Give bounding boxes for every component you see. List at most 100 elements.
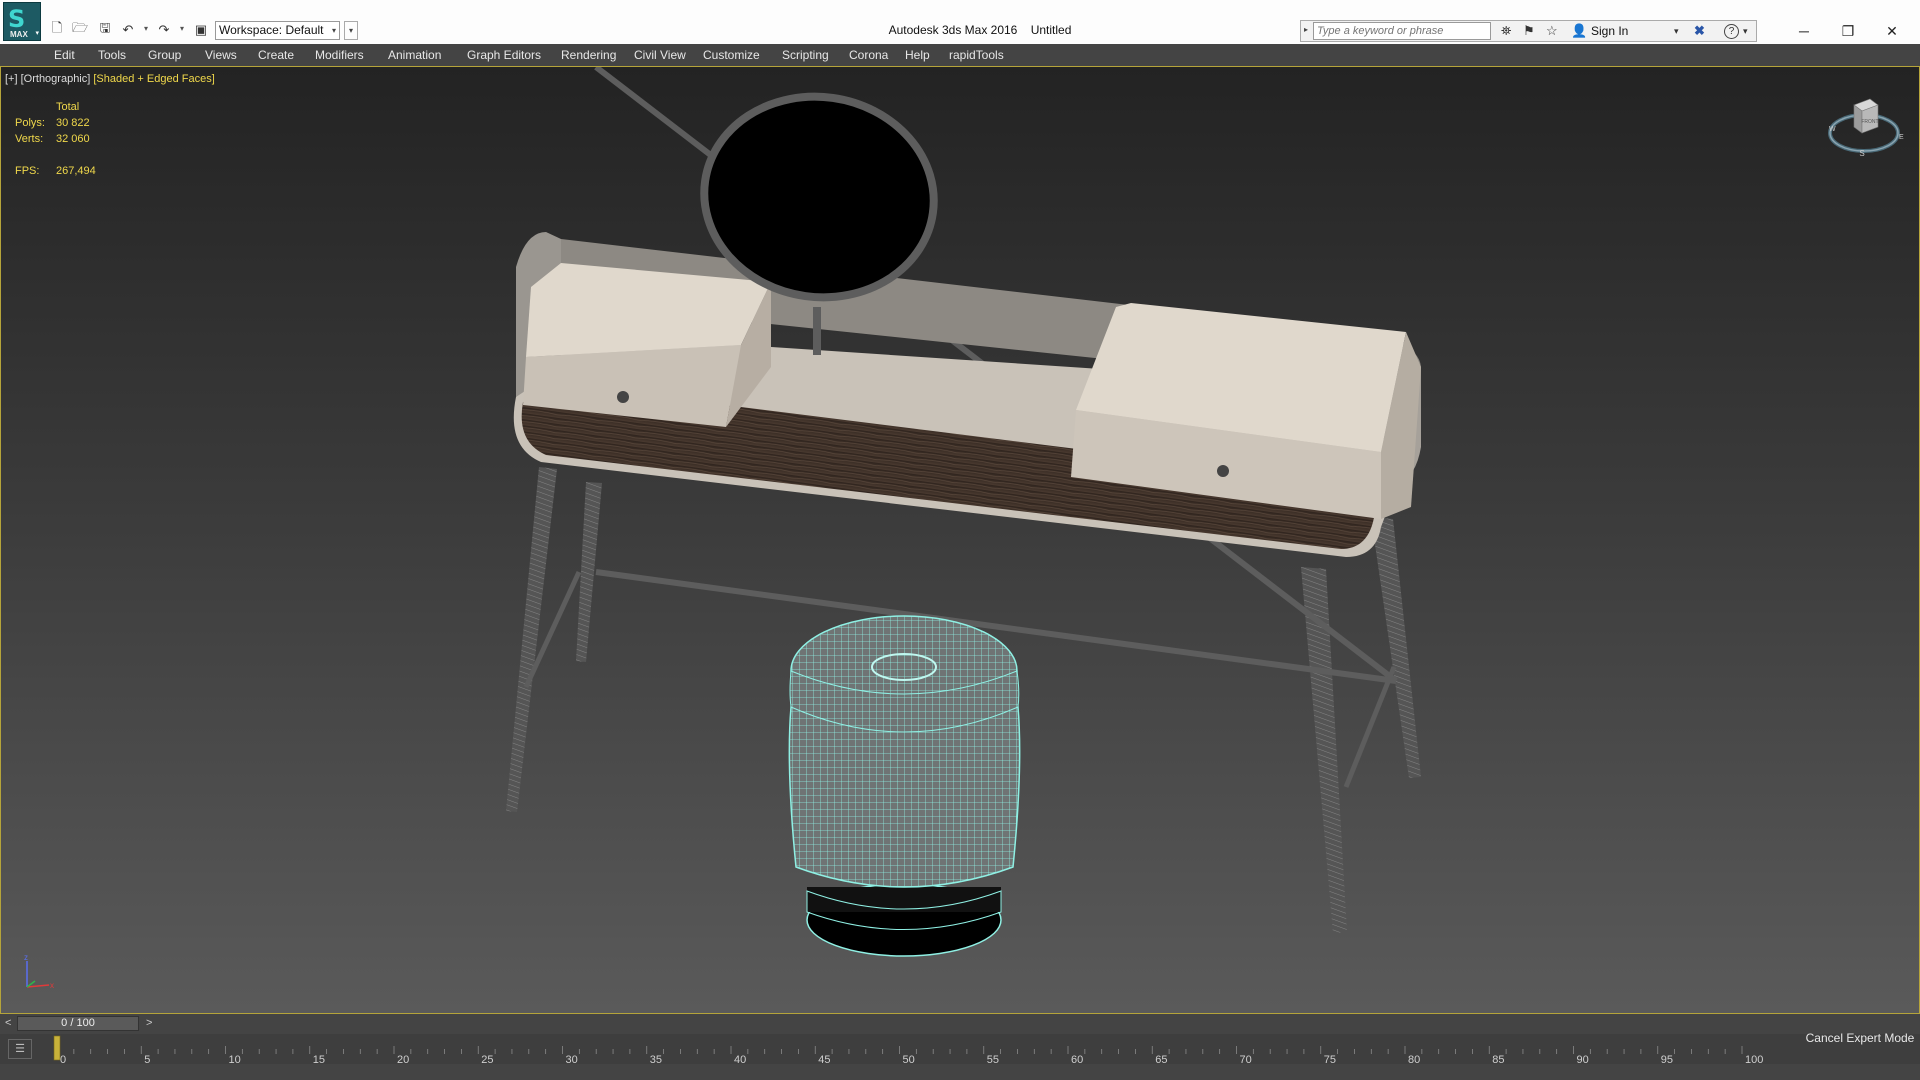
menu-group[interactable]: Group xyxy=(148,48,181,62)
frame-tick-label: 0 xyxy=(60,1054,66,1064)
new-file-icon[interactable]: 🗋 xyxy=(48,20,66,39)
perspective-viewport[interactable]: [+] [Orthographic] [Shaded + Edged Faces… xyxy=(0,66,1920,1014)
compass-w-label: W xyxy=(1829,126,1836,133)
redo-icon[interactable]: ↷ xyxy=(155,21,173,39)
pouf-stool-selected[interactable] xyxy=(788,615,1021,957)
close-button[interactable]: ✕ xyxy=(1870,20,1914,42)
scene-render[interactable] xyxy=(1,67,1920,1014)
time-slider-bar: < 0 / 100 > xyxy=(0,1014,1920,1034)
infocenter-toolbar: ▸ ⛯ ⚑ ☆ 👤 Sign In ▾ ✖ ? ▾ xyxy=(1300,20,1757,42)
track-bar[interactable]: ☰ 0 5 10 15 20 25 30 35 40 45 50 55 60 65 70 75 80 85 90 95… xyxy=(0,1034,1920,1064)
favorites-star-icon[interactable]: ☆ xyxy=(1546,23,1558,39)
left-drawer[interactable] xyxy=(523,263,771,427)
frame-tick-label: 20 xyxy=(397,1054,409,1064)
frame-tick-label: 80 xyxy=(1408,1054,1420,1064)
menu-tools[interactable]: Tools xyxy=(98,48,126,62)
frame-tick-label: 15 xyxy=(313,1054,325,1064)
project-folder-icon[interactable]: ▣ xyxy=(192,21,210,39)
collapse-search-icon[interactable]: ▸ xyxy=(1304,25,1308,34)
binoculars-search-icon[interactable]: ⛯ xyxy=(1501,23,1511,39)
frame-tick-label: 90 xyxy=(1577,1054,1589,1064)
time-slider-prev-button[interactable]: < xyxy=(5,1017,11,1029)
minimize-button[interactable]: ─ xyxy=(1782,20,1826,42)
undo-dropdown-icon[interactable]: ▾ xyxy=(144,24,148,33)
help-dropdown-icon[interactable]: ▾ xyxy=(1743,26,1748,37)
stats-verts-label: Verts: xyxy=(15,133,44,145)
frame-tick-label: 55 xyxy=(987,1054,999,1064)
app-logo-text: MAX xyxy=(10,30,28,39)
frame-tick-label: 95 xyxy=(1661,1054,1673,1064)
quick-access-customize-button[interactable]: ▾ xyxy=(344,21,358,40)
workspace-dropdown[interactable]: Workspace: Default ▾ xyxy=(215,21,340,40)
menu-rapidtools[interactable]: rapidTools xyxy=(949,48,1004,62)
time-slider[interactable]: 0 / 100 xyxy=(17,1016,139,1031)
menu-corona[interactable]: Corona xyxy=(849,48,888,62)
frame-ticks xyxy=(56,1046,1743,1054)
axis-tripod: z x xyxy=(24,955,54,990)
frame-tick-label: 85 xyxy=(1492,1054,1504,1064)
viewport-label[interactable]: [+] [Orthographic] [Shaded + Edged Faces… xyxy=(5,73,215,85)
status-bar xyxy=(0,1064,1920,1080)
menu-modifiers[interactable]: Modifiers xyxy=(315,48,364,62)
menu-views[interactable]: Views xyxy=(205,48,237,62)
frame-ruler[interactable]: 0 5 10 15 20 25 30 35 40 45 50 55 60 65 70 75 80 85 90 95 10… xyxy=(0,1034,1770,1064)
menu-civil-view[interactable]: Civil View xyxy=(634,48,686,62)
frame-tick-label: 5 xyxy=(144,1054,150,1064)
frame-tick-label: 35 xyxy=(650,1054,662,1064)
undo-icon[interactable]: ↶ xyxy=(119,21,137,39)
axis-x-label: x xyxy=(50,981,54,990)
frame-tick-label: 70 xyxy=(1240,1054,1252,1064)
compass-e-label: E xyxy=(1899,134,1904,141)
chevron-down-icon: ▾ xyxy=(331,26,336,35)
3dsmax-logo-icon: S xyxy=(8,5,26,33)
sign-in-link[interactable]: Sign In xyxy=(1591,24,1628,38)
frame-tick-label: 45 xyxy=(818,1054,830,1064)
save-file-icon[interactable]: 🖫 xyxy=(96,20,114,39)
menu-edit[interactable]: Edit xyxy=(54,48,75,62)
time-slider-next-button[interactable]: > xyxy=(146,1017,152,1029)
subscription-center-icon[interactable]: ⚑ xyxy=(1523,23,1535,39)
title-bar: S MAX ▾ 🗋 🗁 🖫 ↶ ▾ ↷ ▾ ▣ Workspace: Defau… xyxy=(0,0,1920,44)
application-menu-button[interactable]: S MAX ▾ xyxy=(3,2,41,41)
frame-tick-label: 50 xyxy=(903,1054,915,1064)
cancel-expert-mode-button[interactable]: Cancel Expert Mode xyxy=(1800,1025,1920,1051)
menu-customize[interactable]: Customize xyxy=(703,48,760,62)
restore-button[interactable]: ❐ xyxy=(1826,20,1870,42)
menu-animation[interactable]: Animation xyxy=(388,48,441,62)
stats-polys-value: 30 822 xyxy=(56,117,90,129)
frame-tick-label: 25 xyxy=(481,1054,493,1064)
axis-z-label: z xyxy=(24,955,28,962)
viewcube-face-label: FRONT xyxy=(1861,119,1878,125)
frame-tick-label: 60 xyxy=(1071,1054,1083,1064)
frame-tick-label: 30 xyxy=(566,1054,578,1064)
stats-header: Total xyxy=(56,101,80,113)
frame-tick-labels: 0 5 10 15 20 25 30 35 40 45 50 55 60 65 70 75 80 85 90 95 10… xyxy=(60,1054,1763,1064)
menu-scripting[interactable]: Scripting xyxy=(782,48,829,62)
frame-tick-label: 75 xyxy=(1324,1054,1336,1064)
stats-fps-value: 267,494 xyxy=(56,165,96,177)
menu-rendering[interactable]: Rendering xyxy=(561,48,616,62)
viewcube[interactable]: FRONT S W E xyxy=(1826,93,1906,163)
viewport-general-menu[interactable]: [+] xyxy=(5,73,18,85)
stats-verts-value: 32 060 xyxy=(56,133,90,145)
stats-polys-label: Polys: xyxy=(15,117,45,129)
menu-help[interactable]: Help xyxy=(905,48,930,62)
time-playhead[interactable] xyxy=(53,1035,61,1061)
chevron-down-icon: ▾ xyxy=(35,30,39,37)
viewport-point-of-view-menu[interactable]: [Orthographic] xyxy=(21,73,91,85)
sign-in-dropdown-icon[interactable]: ▾ xyxy=(1674,26,1679,37)
stats-fps-label: FPS: xyxy=(15,165,40,177)
menu-graph-editors[interactable]: Graph Editors xyxy=(467,48,541,62)
redo-dropdown-icon[interactable]: ▾ xyxy=(180,24,184,33)
open-file-icon[interactable]: 🗁 xyxy=(71,20,89,39)
viewport-shading-menu[interactable]: [Shaded + Edged Faces] xyxy=(93,73,214,85)
search-input[interactable] xyxy=(1313,22,1491,40)
menu-create[interactable]: Create xyxy=(258,48,294,62)
window-title: Autodesk 3ds Max 2016 Untitled xyxy=(888,23,1072,37)
main-menu-bar: Edit Tools Group Views Create Modifiers … xyxy=(0,44,1920,67)
help-icon[interactable]: ? xyxy=(1724,24,1739,39)
user-icon: 👤 xyxy=(1571,23,1588,38)
exchange-apps-icon[interactable]: ✖ xyxy=(1694,23,1705,39)
frame-tick-label: 40 xyxy=(734,1054,746,1064)
compass-s-label: S xyxy=(1859,149,1864,158)
